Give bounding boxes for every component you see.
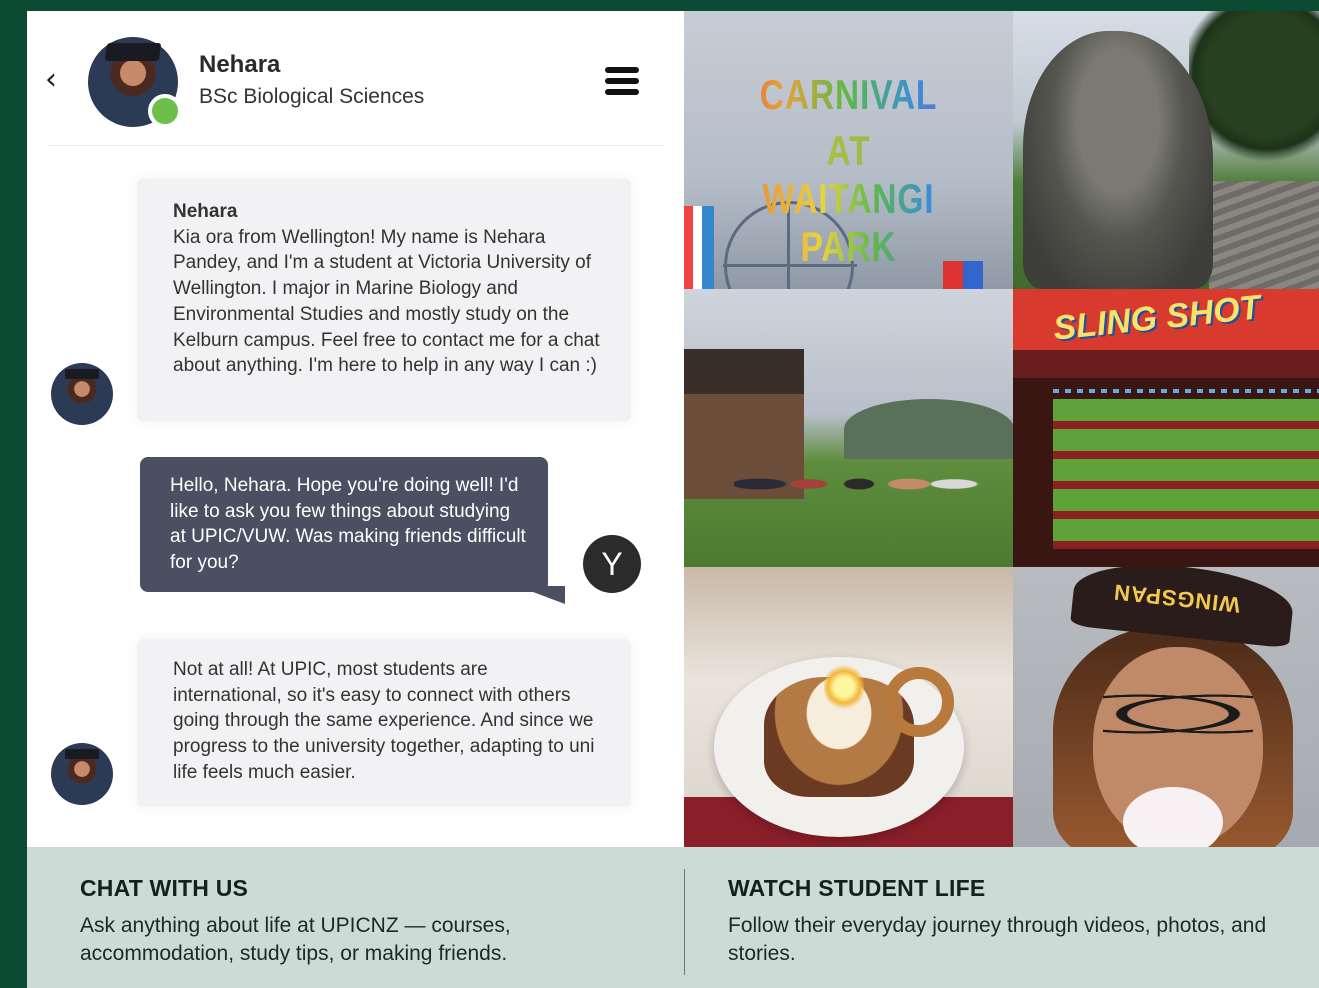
sender-avatar — [51, 363, 113, 425]
bubble-tail — [517, 586, 565, 604]
photo-carnival-crowd[interactable] — [684, 289, 1013, 567]
slingshot-sign: SLING SHOT — [1051, 289, 1263, 348]
header-divider — [47, 145, 664, 146]
message-text: Hello, Nehara. Hope you're doing well! I… — [170, 475, 526, 574]
incoming-message-1: Nehara Kia ora from Wellington! My name … — [137, 179, 631, 421]
photo-statue[interactable] — [1013, 11, 1319, 289]
incoming-message-2: Not at all! At UPIC, most students are i… — [137, 639, 631, 807]
footer: CHAT WITH US Ask anything about life at … — [27, 847, 1319, 988]
online-status-indicator — [148, 94, 182, 128]
message-text: Kia ora from Wellington! My name is Neha… — [173, 226, 600, 377]
hamburger-menu-icon[interactable] — [605, 67, 639, 95]
photo-carnival-poster[interactable]: CARNIVAL AT WAITANGI PARK — [684, 11, 1013, 289]
prize-shelves — [1053, 399, 1319, 549]
chat-with-us-link[interactable]: CHAT WITH US — [80, 875, 670, 902]
string-lights — [1053, 389, 1319, 393]
footer-watch-section: WATCH STUDENT LIFE Follow their everyday… — [728, 875, 1288, 968]
footer-chat-section: CHAT WITH US Ask anything about life at … — [80, 875, 670, 968]
watch-student-life-link[interactable]: WATCH STUDENT LIFE — [728, 875, 1288, 902]
chat-description: Ask anything about life at UPICNZ — cour… — [80, 914, 511, 965]
sender-avatar — [51, 743, 113, 805]
watch-description: Follow their everyday journey through vi… — [728, 914, 1267, 965]
contact-name: Nehara — [199, 51, 281, 78]
crowd — [734, 439, 984, 529]
carnival-title-line-3: WAITANGI PARK — [717, 175, 980, 271]
message-text: Not at all! At UPIC, most students are i… — [173, 659, 595, 783]
back-chevron-icon[interactable]: ‹ — [39, 63, 63, 97]
carnival-stall — [684, 206, 714, 289]
stairs — [1209, 181, 1319, 289]
contact-subtitle: BSc Biological Sciences — [199, 85, 425, 108]
user-avatar: Y — [583, 535, 641, 593]
onion-rings — [884, 667, 954, 737]
chat-panel: ‹ Nehara BSc Biological Sciences Nehara … — [27, 11, 684, 847]
photo-slingshot-game[interactable]: SLING SHOT — [1013, 289, 1319, 567]
flame — [824, 662, 864, 712]
footer-divider — [684, 869, 685, 975]
statue — [1023, 31, 1213, 289]
message-sender: Nehara — [173, 201, 238, 222]
photo-grid: CARNIVAL AT WAITANGI PARK SLING SHOT WIN… — [684, 11, 1319, 847]
photo-flaming-burger[interactable] — [684, 567, 1013, 847]
carnival-title-line-1: CARNIVAL — [717, 71, 980, 119]
carnival-title-line-2: AT — [717, 127, 980, 175]
glasses — [1103, 692, 1253, 736]
outgoing-message: Hello, Nehara. Hope you're doing well! I… — [140, 457, 548, 592]
photo-selfie[interactable]: WINGSPAN — [1013, 567, 1319, 847]
